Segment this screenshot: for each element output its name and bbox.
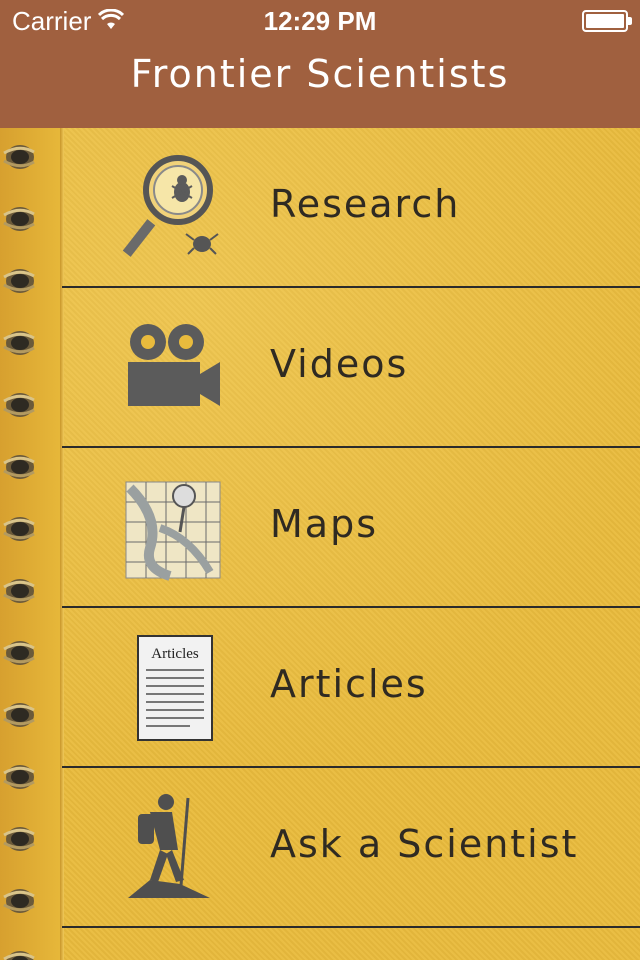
menu-item-label: Research <box>270 182 461 226</box>
spiral-ring-icon <box>3 393 35 417</box>
menu-item-label: Ask a Scientist <box>270 822 579 866</box>
menu-item-research[interactable]: Research <box>62 128 640 288</box>
status-time: 12:29 PM <box>263 6 377 36</box>
menu-item-label: Maps <box>270 502 378 546</box>
navigation-bar: Carrier 12:29 PM Frontier Scientists <box>0 0 640 128</box>
page-title: Frontier Scientists <box>130 52 510 96</box>
map-pin-icon <box>125 481 221 581</box>
notebook-paper: Research Videos Maps Articles Articles A… <box>0 128 640 960</box>
menu-item-partial <box>62 928 640 960</box>
spiral-ring-icon <box>3 145 35 169</box>
battery-icon <box>582 10 632 32</box>
spiral-ring-icon <box>3 455 35 479</box>
menu-item-label: Articles <box>270 662 428 706</box>
menu-item-maps[interactable]: Maps <box>62 448 640 608</box>
menu-item-label: Videos <box>270 342 409 386</box>
spiral-ring-icon <box>3 641 35 665</box>
articles-icon-text: Articles <box>151 646 199 662</box>
spiral-ring-icon <box>3 517 35 541</box>
menu-item-videos[interactable]: Videos <box>62 288 640 448</box>
spiral-ring-icon <box>3 889 35 913</box>
spiral-ring-icon <box>3 269 35 293</box>
spiral-ring-icon <box>3 331 35 355</box>
spiral-ring-icon <box>3 579 35 603</box>
menu-item-articles[interactable]: Articles Articles <box>62 608 640 768</box>
hiker-icon <box>128 794 210 899</box>
magnifier-bug-icon <box>122 155 219 257</box>
spiral-ring-icon <box>3 951 35 960</box>
spiral-ring-icon <box>3 765 35 789</box>
spiral-ring-icon <box>3 703 35 727</box>
main-menu: Research Videos Maps Articles Articles A… <box>62 128 640 960</box>
movie-camera-icon <box>128 324 220 406</box>
status-bar: Carrier 12:29 PM <box>0 0 640 40</box>
spiral-ring-icon <box>3 207 35 231</box>
menu-item-ask-a-scientist[interactable]: Ask a Scientist <box>62 768 640 928</box>
spiral-ring-icon <box>3 827 35 851</box>
articles-document-icon: Articles <box>137 635 213 741</box>
